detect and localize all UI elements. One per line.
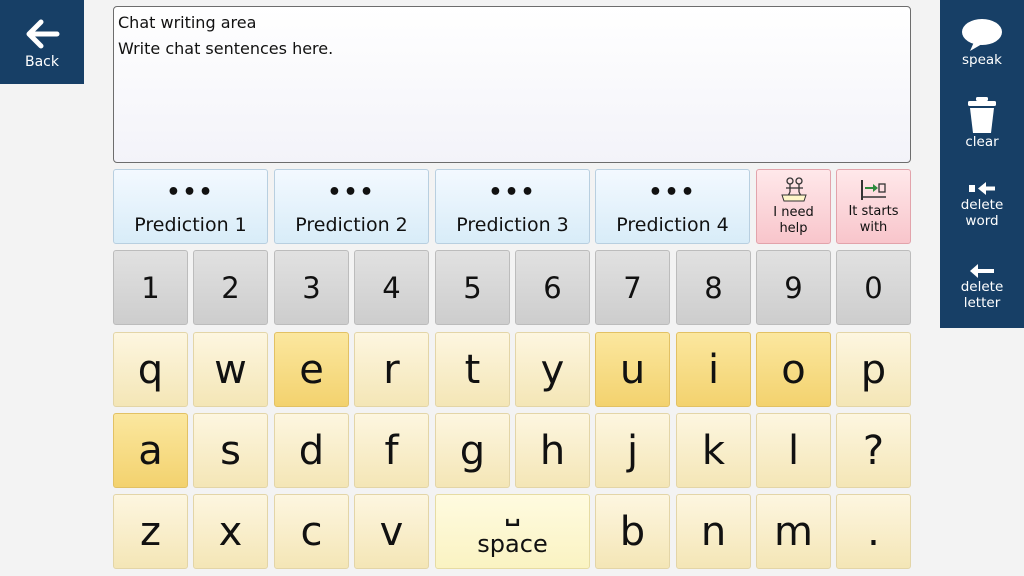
key-c[interactable]: c: [274, 494, 349, 569]
it-starts-with-button[interactable]: It starts with: [836, 169, 911, 244]
key-2[interactable]: 2: [193, 250, 268, 325]
prediction-key-1[interactable]: ••• Prediction 1: [113, 169, 268, 244]
key-question-mark[interactable]: ?: [836, 413, 911, 488]
key-z[interactable]: z: [113, 494, 188, 569]
key-7[interactable]: 7: [595, 250, 670, 325]
key-4[interactable]: 4: [354, 250, 429, 325]
prediction-label: Prediction 1: [134, 213, 247, 236]
starts-with-icon: [860, 179, 886, 200]
arrow-left-icon: [26, 19, 60, 49]
key-h[interactable]: h: [515, 413, 590, 488]
delete-word-icon: [969, 182, 995, 195]
key-o[interactable]: o: [756, 332, 831, 407]
prediction-label: Prediction 4: [616, 213, 729, 236]
clear-label: clear: [965, 134, 999, 150]
delete-word-label-1: delete: [960, 197, 1004, 213]
key-e[interactable]: e: [274, 332, 349, 407]
key-j[interactable]: j: [595, 413, 670, 488]
key-n[interactable]: n: [676, 494, 751, 569]
key-v[interactable]: v: [354, 494, 429, 569]
prediction-key-4[interactable]: ••• Prediction 4: [595, 169, 750, 244]
arrow-left-icon: [970, 264, 994, 278]
delete-word-button[interactable]: delete word: [940, 181, 1024, 229]
key-period[interactable]: .: [836, 494, 911, 569]
prediction-label: Prediction 2: [295, 213, 408, 236]
i-need-help-label-2: help: [779, 220, 808, 236]
delete-letter-button[interactable]: delete letter: [940, 263, 1024, 311]
prediction-key-3[interactable]: ••• Prediction 3: [435, 169, 590, 244]
key-l[interactable]: l: [756, 413, 831, 488]
back-label: Back: [25, 54, 59, 70]
more-dots-icon: •••: [648, 179, 697, 205]
key-8[interactable]: 8: [676, 250, 751, 325]
speech-bubble-icon: [962, 19, 1002, 51]
space-key[interactable]: ␣ space: [435, 494, 590, 569]
key-b[interactable]: b: [595, 494, 670, 569]
trash-icon: [968, 97, 996, 133]
key-q[interactable]: q: [113, 332, 188, 407]
prediction-label: Prediction 3: [456, 213, 569, 236]
it-starts-with-label-1: It starts: [848, 203, 899, 219]
space-label: space: [477, 529, 548, 558]
key-p[interactable]: p: [836, 332, 911, 407]
key-6[interactable]: 6: [515, 250, 590, 325]
key-k[interactable]: k: [676, 413, 751, 488]
delete-letter-label-1: delete: [960, 279, 1004, 295]
key-r[interactable]: r: [354, 332, 429, 407]
prediction-key-2[interactable]: ••• Prediction 2: [274, 169, 429, 244]
key-9[interactable]: 9: [756, 250, 831, 325]
back-button[interactable]: Back: [0, 0, 84, 84]
key-5[interactable]: 5: [435, 250, 510, 325]
action-sidebar: speak clear delete word delete letter: [940, 0, 1024, 328]
help-people-icon: [780, 176, 807, 201]
key-0[interactable]: 0: [836, 250, 911, 325]
key-u[interactable]: u: [595, 332, 670, 407]
speak-button[interactable]: speak: [940, 18, 1024, 68]
key-a[interactable]: a: [113, 413, 188, 488]
key-t[interactable]: t: [435, 332, 510, 407]
key-x[interactable]: x: [193, 494, 268, 569]
key-y[interactable]: y: [515, 332, 590, 407]
key-s[interactable]: s: [193, 413, 268, 488]
speak-label: speak: [962, 52, 1002, 68]
space-symbol-icon: ␣: [504, 501, 521, 527]
i-need-help-label-1: I need: [773, 204, 814, 220]
delete-letter-label-2: letter: [963, 295, 1001, 311]
key-d[interactable]: d: [274, 413, 349, 488]
more-dots-icon: •••: [327, 179, 376, 205]
more-dots-icon: •••: [166, 179, 215, 205]
clear-button[interactable]: clear: [940, 96, 1024, 150]
chat-area-placeholder: Write chat sentences here.: [118, 39, 334, 58]
i-need-help-button[interactable]: I need help: [756, 169, 831, 244]
more-dots-icon: •••: [488, 179, 537, 205]
key-1[interactable]: 1: [113, 250, 188, 325]
key-m[interactable]: m: [756, 494, 831, 569]
key-3[interactable]: 3: [274, 250, 349, 325]
key-w[interactable]: w: [193, 332, 268, 407]
key-i[interactable]: i: [676, 332, 751, 407]
chat-area-title: Chat writing area: [118, 13, 257, 32]
chat-writing-area[interactable]: Chat writing area Write chat sentences h…: [113, 6, 911, 163]
delete-word-label-2: word: [965, 213, 999, 229]
key-f[interactable]: f: [354, 413, 429, 488]
it-starts-with-label-2: with: [859, 219, 888, 235]
key-g[interactable]: g: [435, 413, 510, 488]
